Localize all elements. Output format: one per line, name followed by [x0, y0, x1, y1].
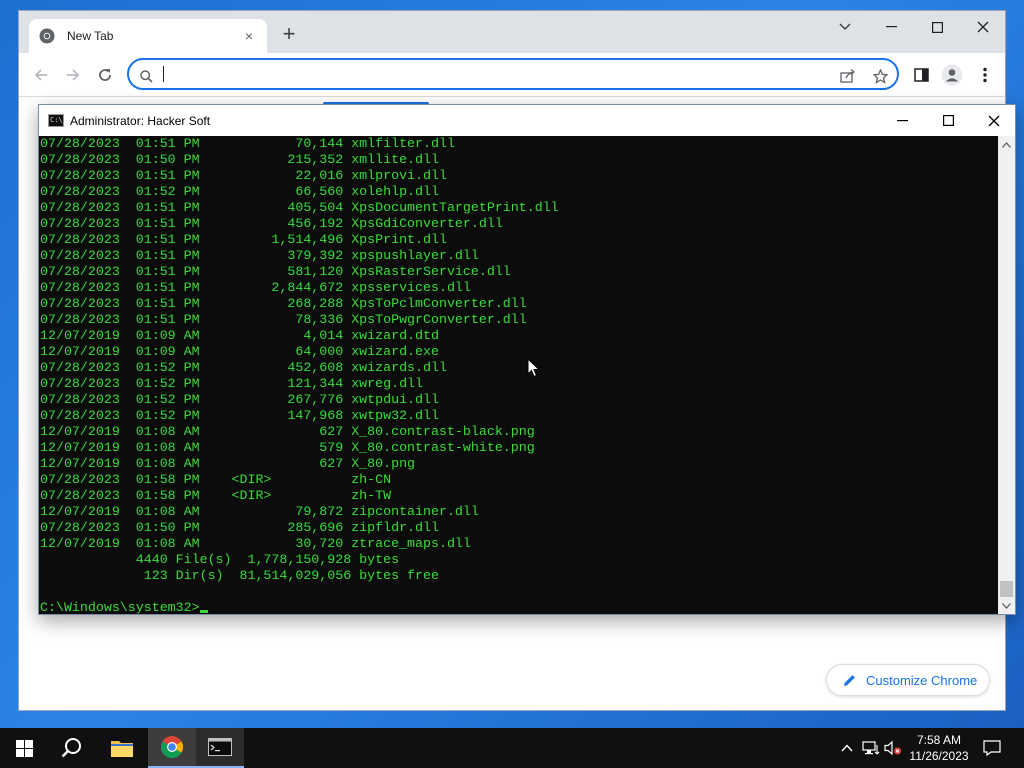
console-line: 07/28/2023 01:58 PM <DIR> zh-CN	[40, 472, 392, 487]
search-icon	[137, 67, 155, 85]
start-button[interactable]	[0, 728, 48, 768]
reload-icon[interactable]	[93, 63, 117, 87]
mouse-pointer-icon	[527, 358, 541, 378]
back-arrow-icon[interactable]	[29, 63, 53, 87]
console-line: 07/28/2023 01:51 PM 2,844,672 xpsservice…	[40, 280, 471, 295]
console-line: 07/28/2023 01:50 PM 215,352 xmllite.dll	[40, 152, 439, 167]
side-panel-icon[interactable]	[909, 63, 933, 87]
search-icon	[61, 738, 81, 758]
console-line: 07/28/2023 01:58 PM <DIR> zh-TW	[40, 488, 392, 503]
console-line: 07/28/2023 01:52 PM 66,560 xolehlp.dll	[40, 184, 439, 199]
console-maximize-button[interactable]	[925, 105, 971, 136]
console-line: 12/07/2019 01:09 AM 4,014 xwizard.dtd	[40, 328, 439, 343]
console-line: 12/07/2019 01:08 AM 579 X_80.contrast-wh…	[40, 440, 535, 455]
maximize-button[interactable]	[914, 11, 960, 43]
system-clock[interactable]: 7:58 AM 11/26/2023	[902, 732, 976, 764]
console-line: 07/28/2023 01:51 PM 1,514,496 XpsPrint.d…	[40, 232, 447, 247]
tab-new-tab[interactable]: New Tab ×	[29, 19, 267, 53]
notifications-icon[interactable]	[983, 738, 1001, 758]
minimize-button[interactable]	[868, 11, 914, 43]
folder-icon	[111, 741, 133, 757]
more-menu-icon[interactable]	[973, 63, 997, 87]
console-prompt: C:\Windows\system32>	[40, 600, 200, 614]
address-bar[interactable]	[127, 58, 899, 90]
console-line: 07/28/2023 01:51 PM 456,192 XpsGdiConver…	[40, 216, 503, 231]
network-icon[interactable]	[862, 738, 880, 758]
chrome-taskbar-button[interactable]	[148, 728, 196, 768]
console-line: 07/28/2023 01:51 PM 379,392 xpspushlayer…	[40, 248, 479, 263]
console-line: 07/28/2023 01:52 PM 147,968 xwtpw32.dll	[40, 408, 439, 423]
console-line: 07/28/2023 01:51 PM 22,016 xmlprovi.dll	[40, 168, 447, 183]
console-line: 12/07/2019 01:08 AM 79,872 zipcontainer.…	[40, 504, 479, 519]
tab-title: New Tab	[67, 29, 114, 43]
chrome-icon	[161, 736, 183, 758]
file-explorer-button[interactable]	[98, 728, 146, 768]
console-line: 12/07/2019 01:08 AM 30,720 ztrace_maps.d…	[40, 536, 471, 551]
console-line: 07/28/2023 01:51 PM 78,336 XpsToPwgrConv…	[40, 312, 527, 327]
tab-close-icon[interactable]: ×	[241, 28, 257, 44]
taskbar: 7:58 AM 11/26/2023	[0, 728, 1024, 768]
search-taskbar-button[interactable]	[48, 728, 96, 768]
scroll-down-icon[interactable]	[998, 597, 1015, 614]
console-line: 12/07/2019 01:08 AM 627 X_80.png	[40, 456, 416, 471]
scroll-up-icon[interactable]	[998, 136, 1015, 153]
console-line: 07/28/2023 01:51 PM 405,504 XpsDocumentT…	[40, 200, 559, 215]
close-button[interactable]	[960, 11, 1006, 43]
share-icon[interactable]	[839, 67, 857, 85]
console-line: 4440 File(s) 1,778,150,928 bytes	[40, 552, 400, 567]
console-line: 123 Dir(s) 81,514,029,056 bytes free	[40, 568, 439, 583]
console-scrollbar[interactable]	[998, 136, 1015, 614]
console-title-bar[interactable]: C:\_ Administrator: Hacker Soft	[39, 105, 1015, 136]
chevron-up-icon[interactable]	[838, 738, 856, 758]
scroll-thumb[interactable]	[1000, 581, 1013, 597]
text-caret	[163, 66, 164, 82]
terminal-icon	[208, 738, 232, 756]
console-minimize-button[interactable]	[879, 105, 925, 136]
console-line: 07/28/2023 01:50 PM 285,696 zipfldr.dll	[40, 520, 439, 535]
chrome-logo-icon	[39, 28, 55, 44]
chrome-tab-strip: New Tab × +	[19, 11, 1005, 53]
volume-muted-icon[interactable]	[884, 738, 902, 758]
bookmark-star-icon[interactable]	[871, 67, 889, 85]
console-line: 12/07/2019 01:09 AM 64,000 xwizard.exe	[40, 344, 439, 359]
console-close-button[interactable]	[971, 105, 1017, 136]
console-line: 07/28/2023 01:52 PM 267,776 xwtpdui.dll	[40, 392, 439, 407]
customize-chrome-label: Customize Chrome	[866, 672, 978, 688]
console-line: 07/28/2023 01:52 PM 121,344 xwreg.dll	[40, 376, 424, 391]
windows-logo-icon	[15, 739, 33, 757]
console-output[interactable]: 07/28/2023 01:51 PM 70,144 xmlfilter.dll…	[39, 136, 999, 614]
console-title: Administrator: Hacker Soft	[70, 113, 211, 128]
console-line: 07/28/2023 01:51 PM 581,120 XpsRasterSer…	[40, 264, 511, 279]
cmd-taskbar-button[interactable]	[196, 728, 244, 768]
console-line: 07/28/2023 01:51 PM 70,144 xmlfilter.dll	[40, 136, 455, 151]
address-input[interactable]	[161, 64, 801, 84]
clock-time: 7:58 AM	[916, 733, 962, 747]
chrome-toolbar	[19, 53, 1005, 97]
console-line: 12/07/2019 01:08 AM 627 X_80.contrast-bl…	[40, 424, 535, 439]
profile-avatar-icon[interactable]	[940, 63, 964, 87]
forward-arrow-icon[interactable]	[61, 63, 85, 87]
new-tab-button[interactable]: +	[277, 23, 301, 47]
console-prompt-line: C:\Windows\system32>	[40, 600, 999, 614]
cmd-icon: C:\_	[48, 114, 67, 127]
console-cursor	[199, 610, 208, 613]
console-line: 07/28/2023 01:52 PM 452,608 xwizards.dll	[40, 360, 447, 375]
customize-chrome-button[interactable]: Customize Chrome	[826, 664, 990, 696]
console-line: 07/28/2023 01:51 PM 268,288 XpsToPclmCon…	[40, 296, 527, 311]
clock-date: 11/26/2023	[909, 749, 969, 763]
pencil-icon	[844, 674, 855, 686]
tab-search-icon[interactable]	[822, 11, 868, 43]
